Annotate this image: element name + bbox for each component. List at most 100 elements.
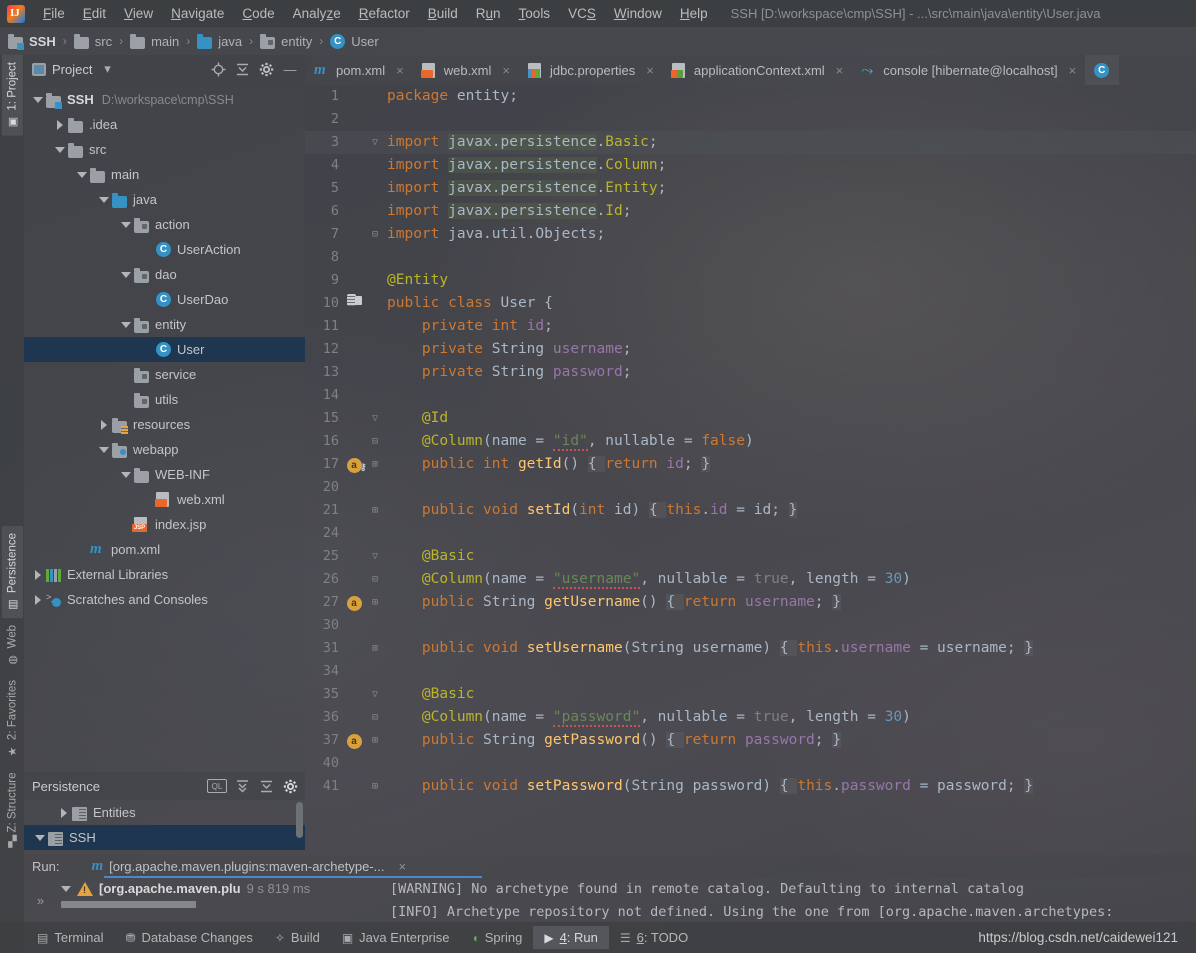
sidebar-tab-structure[interactable]: ▞ Z: Structure — [2, 765, 23, 853]
code-line[interactable]: 34 — [305, 660, 1196, 683]
status-bar-item-4-run[interactable]: ▶4: Run — [533, 926, 609, 949]
editor-tab-jdbc-properties[interactable]: jdbc.properties× — [519, 55, 663, 85]
breadcrumb-item-src[interactable]: src — [74, 33, 112, 49]
annotation-marker-icon[interactable]: a — [343, 591, 365, 614]
fold-region-start-icon[interactable]: ▽ — [365, 131, 385, 154]
code-line[interactable]: 4import javax.persistence.Column; — [305, 154, 1196, 177]
menu-item-edit[interactable]: Edit — [74, 3, 115, 24]
tree-node-ssh[interactable]: SSHD:\workspace\cmp\SSH — [24, 87, 305, 112]
close-tab-icon[interactable]: × — [396, 63, 404, 78]
sidebar-tab-persistence[interactable]: ▥ Persistence — [2, 526, 23, 618]
chevron-down-icon[interactable] — [118, 222, 134, 228]
menu-item-code[interactable]: Code — [233, 3, 283, 24]
close-tab-icon[interactable]: × — [836, 63, 844, 78]
menu-item-run[interactable]: Run — [467, 3, 510, 24]
code-line[interactable]: 40 — [305, 752, 1196, 775]
code-line[interactable]: 6import javax.persistence.Id; — [305, 200, 1196, 223]
persistence-node-entities[interactable]: Entities — [24, 800, 305, 825]
collapse-all-icon[interactable] — [257, 777, 275, 795]
persistence-node-ssh[interactable]: SSH — [24, 825, 305, 850]
chevron-down-icon[interactable] — [30, 97, 46, 103]
chevron-down-icon[interactable] — [118, 272, 134, 278]
status-bar-item-terminal[interactable]: ▤Terminal — [26, 926, 114, 949]
code-line[interactable]: 7⊟import java.util.Objects; — [305, 223, 1196, 246]
breadcrumb-item-user[interactable]: CUser — [330, 33, 378, 49]
code-line[interactable]: 17a⚷⊞ public int getId() { return id; } — [305, 453, 1196, 476]
editor-tab-web-xml[interactable]: web.xml× — [413, 55, 519, 85]
menu-item-analyze[interactable]: Analyze — [284, 3, 350, 24]
tree-node--idea[interactable]: .idea — [24, 112, 305, 137]
project-tree[interactable]: SSHD:\workspace\cmp\SSH.ideasrcmainjavaa… — [24, 83, 305, 772]
code-line[interactable]: 41⊞ public void setPassword(String passw… — [305, 775, 1196, 798]
code-line[interactable]: 12 private String username; — [305, 338, 1196, 361]
close-tab-icon[interactable]: × — [646, 63, 654, 78]
menu-item-help[interactable]: Help — [671, 3, 717, 24]
tree-node-index-jsp[interactable]: index.jsp — [24, 512, 305, 537]
code-line[interactable]: 5import javax.persistence.Entity; — [305, 177, 1196, 200]
breadcrumb-item-java[interactable]: java — [197, 33, 242, 49]
chevron-down-icon[interactable] — [74, 172, 90, 178]
menu-item-window[interactable]: Window — [605, 3, 671, 24]
code-line[interactable]: 36⊟ @Column(name = "password", nullable … — [305, 706, 1196, 729]
code-line[interactable]: 26⊟ @Column(name = "username", nullable … — [305, 568, 1196, 591]
tree-node-resources[interactable]: resources — [24, 412, 305, 437]
chevron-right-icon[interactable] — [56, 808, 72, 818]
sidebar-tab-favorites[interactable]: ★ 2: Favorites — [2, 673, 23, 765]
gear-icon[interactable] — [257, 60, 275, 78]
tree-node-user[interactable]: CUser — [24, 337, 305, 362]
fold-region-mid-icon[interactable]: ⊟ — [365, 706, 385, 729]
code-line[interactable]: 31⊞ public void setUsername(String usern… — [305, 637, 1196, 660]
code-line[interactable]: 30 — [305, 614, 1196, 637]
chevron-right-icon[interactable] — [52, 120, 68, 130]
fold-region-start-icon[interactable]: ▽ — [365, 683, 385, 706]
fold-expand-icon[interactable]: ⊞ — [365, 453, 385, 476]
tree-node-useraction[interactable]: CUserAction — [24, 237, 305, 262]
fold-expand-icon[interactable]: ⊞ — [365, 499, 385, 522]
chevron-down-icon[interactable] — [118, 322, 134, 328]
code-line[interactable]: 13 private String password; — [305, 361, 1196, 384]
breadcrumb-item-entity[interactable]: entity — [260, 33, 312, 49]
ql-console-icon[interactable]: QL — [207, 779, 227, 793]
code-line[interactable]: 15▽ @Id — [305, 407, 1196, 430]
annotation-key-marker-icon[interactable]: a⚷ — [343, 453, 365, 476]
sidebar-tab-project[interactable]: ▣ 1: Project — [2, 55, 23, 136]
chevron-down-icon[interactable] — [96, 197, 112, 203]
persistence-tree[interactable]: EntitiesSSH — [24, 800, 305, 850]
tree-node-dao[interactable]: dao — [24, 262, 305, 287]
menu-item-build[interactable]: Build — [419, 3, 467, 24]
breadcrumb-item-ssh[interactable]: SSH — [8, 33, 56, 49]
annotation-marker-icon[interactable]: a — [343, 729, 365, 752]
close-icon[interactable]: × — [398, 859, 406, 874]
code-line[interactable]: 8 — [305, 246, 1196, 269]
database-table-icon[interactable] — [343, 292, 365, 315]
tree-node-service[interactable]: service — [24, 362, 305, 387]
chevron-down-icon[interactable] — [96, 447, 112, 453]
code-line[interactable]: 16⊟ @Column(name = "id", nullable = fals… — [305, 430, 1196, 453]
code-line[interactable]: 21⊞ public void setId(int id) { this.id … — [305, 499, 1196, 522]
fold-expand-icon[interactable]: ⊞ — [365, 729, 385, 752]
chevron-down-icon[interactable] — [118, 472, 134, 478]
menu-item-file[interactable]: File — [34, 3, 74, 24]
chevron-down-icon[interactable] — [32, 835, 48, 841]
sidebar-tab-web[interactable]: ◍ Web — [2, 618, 23, 673]
expand-all-icon[interactable] — [233, 777, 251, 795]
tree-node-pom-xml[interactable]: mpom.xml — [24, 537, 305, 562]
fold-region-mid-icon[interactable]: ⊟ — [365, 430, 385, 453]
code-line[interactable]: 10public class User { — [305, 292, 1196, 315]
fold-expand-icon[interactable]: ⊞ — [365, 775, 385, 798]
menu-item-tools[interactable]: Tools — [510, 3, 560, 24]
chevron-right-icon[interactable] — [30, 570, 46, 580]
tree-node-web-inf[interactable]: WEB-INF — [24, 462, 305, 487]
expand-toolbar-button[interactable]: » — [24, 878, 57, 922]
tree-node-userdao[interactable]: CUserDao — [24, 287, 305, 312]
code-line[interactable]: 37a⊞ public String getPassword() { retur… — [305, 729, 1196, 752]
fold-region-mid-icon[interactable]: ⊟ — [365, 568, 385, 591]
tree-node-entity[interactable]: entity — [24, 312, 305, 337]
fold-expand-icon[interactable]: ⊞ — [365, 591, 385, 614]
minimize-icon[interactable]: — — [281, 60, 299, 78]
code-line[interactable]: 2 — [305, 108, 1196, 131]
close-tab-icon[interactable]: × — [502, 63, 510, 78]
menu-item-refactor[interactable]: Refactor — [350, 3, 419, 24]
chevron-down-icon[interactable] — [52, 147, 68, 153]
fold-region-start-icon[interactable]: ▽ — [365, 407, 385, 430]
